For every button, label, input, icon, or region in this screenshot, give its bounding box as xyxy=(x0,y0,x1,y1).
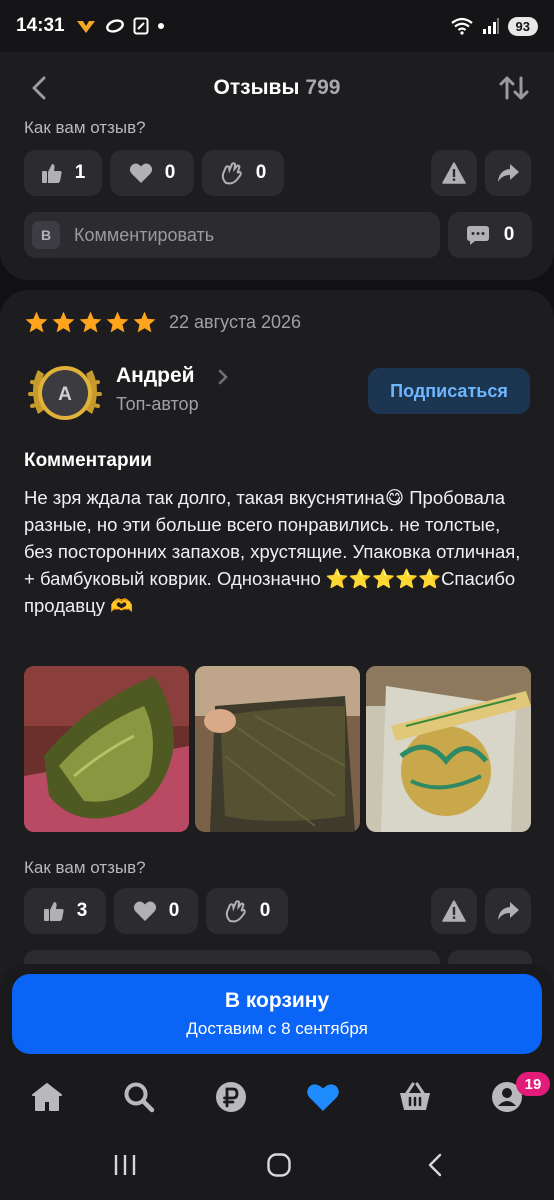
nori-sheet-photo[interactable] xyxy=(24,666,189,832)
subscribe-button[interactable]: Подписаться xyxy=(368,368,530,414)
author-name[interactable]: Андрей xyxy=(116,364,195,388)
sort-icon[interactable] xyxy=(498,74,530,102)
nav-cart[interactable] xyxy=(398,1080,432,1114)
wifi-icon xyxy=(450,17,473,35)
comment-bubble-icon xyxy=(466,226,489,245)
status-bar: 14:31 93 xyxy=(0,0,554,52)
clap-count: 0 xyxy=(255,162,267,183)
review-date: 22 августа 2026 xyxy=(169,312,302,332)
star-icon xyxy=(133,311,156,333)
heart-button[interactable]: 0 xyxy=(110,150,194,196)
share-button[interactable] xyxy=(485,150,531,196)
star-icon xyxy=(25,311,48,333)
rate-review-question: Как вам отзыв? xyxy=(24,118,146,137)
search-icon xyxy=(124,1082,155,1113)
heart-count: 0 xyxy=(164,162,176,183)
star-icon xyxy=(79,311,102,333)
home-icon xyxy=(32,1083,62,1111)
heart-icon xyxy=(129,163,152,183)
reaction-row: 1 0 0 xyxy=(24,150,532,196)
home-circle-icon[interactable] xyxy=(266,1152,292,1178)
star-icon xyxy=(106,311,129,333)
system-navigation xyxy=(0,1144,554,1194)
warning-icon xyxy=(442,900,466,922)
app-notification-icon xyxy=(76,21,95,33)
like-button[interactable]: 1 xyxy=(24,150,102,196)
favorites-icon xyxy=(307,1084,339,1111)
cart-button-title: В корзину xyxy=(224,989,330,1012)
nav-search[interactable] xyxy=(122,1080,156,1114)
battery-indicator: 93 xyxy=(507,16,538,36)
review-text: Не зря ждала так долго, такая вкуснятина… xyxy=(24,487,521,616)
dot-icon xyxy=(157,23,164,29)
nav-payment[interactable] xyxy=(214,1080,248,1114)
comment-row: В Комментировать 0 xyxy=(24,212,532,258)
comment-placeholder: Комментировать xyxy=(74,224,215,245)
report-button[interactable] xyxy=(431,888,477,934)
user-avatar: В xyxy=(32,221,60,249)
bottom-navigation: 19 xyxy=(0,1072,554,1122)
review-card: 22 августа 2026 А Андрей Топ-автор Подпи… xyxy=(0,290,554,990)
review-count: 799 xyxy=(305,76,341,99)
clap-button[interactable]: 0 xyxy=(206,888,288,934)
avatar-initial: А xyxy=(58,384,72,405)
delivery-date: Доставим с 8 сентября xyxy=(186,1019,368,1038)
back-icon[interactable] xyxy=(424,1152,446,1178)
like-button[interactable]: 3 xyxy=(24,888,106,934)
share-button[interactable] xyxy=(485,888,531,934)
add-to-cart-button[interactable]: В корзину Доставим с 8 сентября xyxy=(12,974,542,1054)
report-button[interactable] xyxy=(431,150,477,196)
thumbs-up-icon xyxy=(41,164,62,183)
like-count: 1 xyxy=(74,162,86,183)
bottom-sheet: В корзину Доставим с 8 сентября 19 xyxy=(0,964,554,1200)
chevron-right-icon xyxy=(218,369,228,385)
heart-button[interactable]: 0 xyxy=(114,888,198,934)
comments-section-title: Комментарии xyxy=(24,450,152,471)
author-row: А Андрей Топ-автор Подписаться xyxy=(24,360,532,426)
basket-icon xyxy=(400,1082,430,1110)
oval-icon xyxy=(105,19,124,33)
nori-sheet-closeup-photo[interactable] xyxy=(195,666,360,832)
status-icons-left xyxy=(75,17,165,35)
clap-button[interactable]: 0 xyxy=(202,150,284,196)
back-arrow-icon[interactable] xyxy=(26,74,54,102)
comment-input[interactable]: В Комментировать xyxy=(24,212,440,258)
heart-count: 0 xyxy=(168,900,180,921)
share-arrow-icon xyxy=(498,902,519,920)
clap-count: 0 xyxy=(259,900,271,921)
page-title: Отзывы xyxy=(213,76,300,99)
profile-notification-badge: 19 xyxy=(516,1072,550,1096)
status-icons-right: 93 xyxy=(450,16,538,36)
rating-stars: 22 августа 2026 xyxy=(24,310,301,335)
warning-icon xyxy=(442,162,466,184)
clap-icon xyxy=(225,900,246,923)
nav-home[interactable] xyxy=(30,1080,64,1114)
comments-button[interactable]: 0 xyxy=(448,212,532,258)
nav-favorites[interactable] xyxy=(306,1080,340,1114)
comment-count: 0 xyxy=(503,224,515,245)
page-header: Отзывы 799 xyxy=(0,52,554,124)
recent-apps-icon[interactable] xyxy=(112,1152,138,1178)
share-arrow-icon xyxy=(498,164,519,182)
ruble-icon xyxy=(216,1082,246,1112)
thumbs-up-icon xyxy=(43,902,64,921)
author-avatar[interactable]: А xyxy=(24,360,106,426)
like-count: 3 xyxy=(76,900,88,921)
star-icon xyxy=(52,311,75,333)
signal-icon xyxy=(482,18,499,34)
clap-icon xyxy=(221,162,242,185)
bamboo-mat-package-photo[interactable] xyxy=(366,666,531,832)
previous-review-card: Отзывы 799 Как вам отзыв? 1 0 0 В Коммен… xyxy=(0,52,554,280)
heart-icon xyxy=(133,901,156,921)
status-time: 14:31 xyxy=(16,15,65,36)
reaction-row: 3 0 0 xyxy=(24,888,532,934)
sim-icon xyxy=(133,17,149,35)
rate-review-question: Как вам отзыв? xyxy=(24,858,146,877)
review-photos xyxy=(24,666,532,832)
author-role: Топ-автор xyxy=(116,394,199,414)
